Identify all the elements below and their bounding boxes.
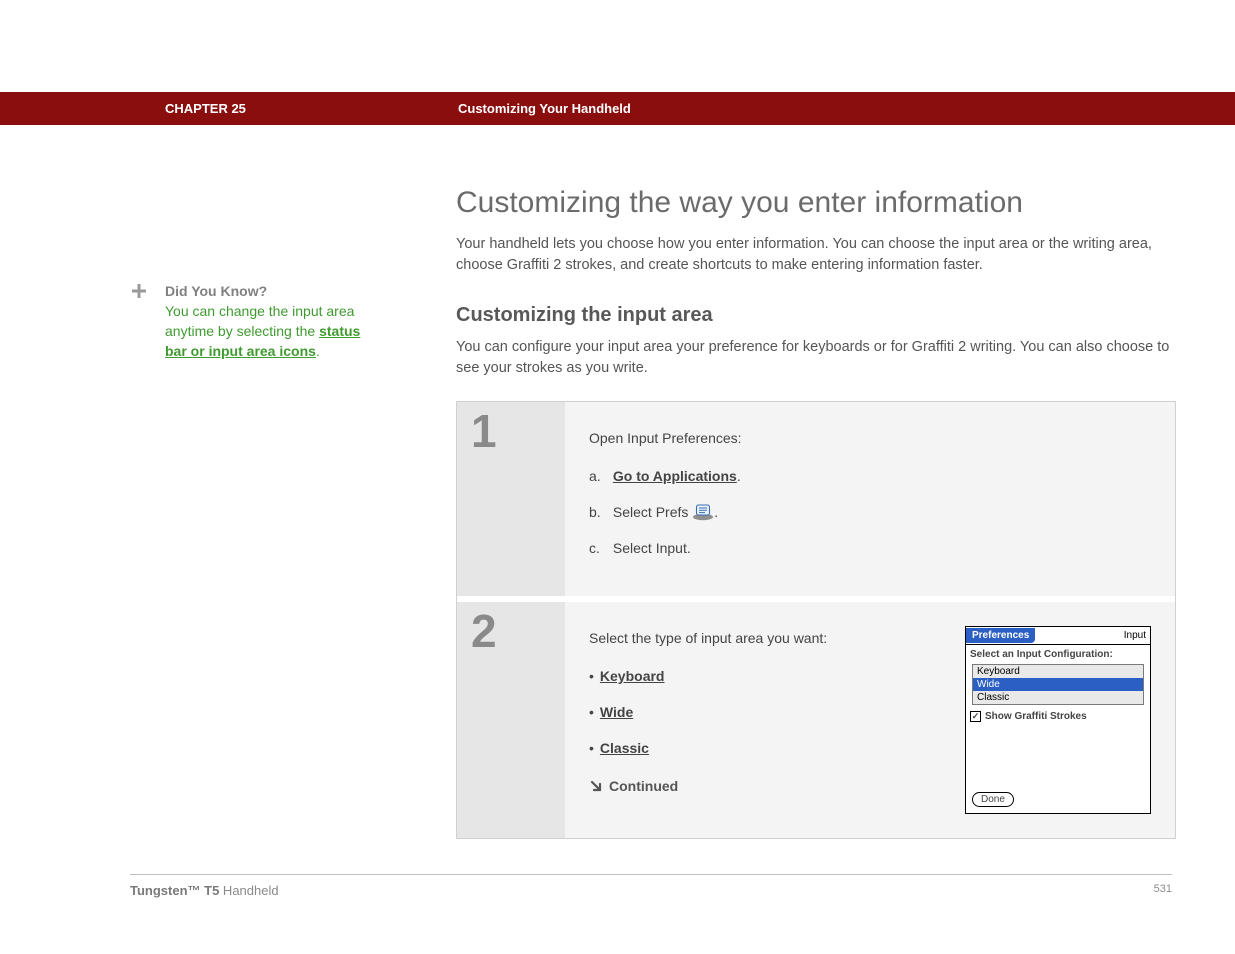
step-1b-post: .: [714, 504, 718, 520]
palm-option-wide[interactable]: Wide: [973, 678, 1143, 691]
done-button[interactable]: Done: [972, 792, 1014, 807]
palm-titlebar: Preferences Input: [966, 627, 1150, 645]
step-1b-pre: Select Prefs: [613, 504, 692, 520]
did-you-know-post: .: [316, 343, 320, 359]
palm-listbox: Keyboard Wide Classic: [972, 664, 1144, 705]
chapter-number: CHAPTER 25: [165, 101, 246, 116]
intro-paragraph: Your handheld lets you choose how you en…: [456, 234, 1176, 276]
step-2-opt-classic: • Classic: [589, 736, 935, 760]
did-you-know-sidebar: Did You Know? You can change the input a…: [131, 281, 376, 361]
section-intro: You can configure your input area your p…: [456, 337, 1176, 379]
palm-option-classic[interactable]: Classic: [973, 691, 1143, 704]
page-number: 531: [1154, 883, 1172, 898]
keyboard-link[interactable]: Keyboard: [600, 668, 665, 684]
palm-checkbox-label: Show Graffiti Strokes: [985, 711, 1087, 722]
chapter-title: Customizing Your Handheld: [458, 101, 631, 116]
step-number-cell: 2: [457, 602, 565, 838]
bullet-icon: •: [589, 740, 594, 756]
wide-link[interactable]: Wide: [600, 704, 633, 720]
step-body: Open Input Preferences: a. Go to Applica…: [565, 402, 1175, 596]
continued-arrow-icon: [589, 779, 603, 793]
bullet-icon: •: [589, 704, 594, 720]
palm-label: Select an Input Configuration:: [966, 645, 1150, 662]
continued-marker: Continued: [589, 774, 935, 798]
step-number: 2: [471, 608, 565, 654]
step-body: Select the type of input area you want: …: [565, 602, 1175, 838]
substep-letter: c.: [589, 536, 609, 560]
palm-screenshot: Preferences Input Select an Input Config…: [965, 626, 1151, 814]
section-heading: Customizing the input area: [456, 304, 1176, 327]
plus-icon: [131, 283, 147, 299]
step-2: 2 Select the type of input area you want…: [457, 602, 1175, 838]
substep-letter: b.: [589, 500, 609, 524]
page-title: Customizing the way you enter informatio…: [456, 186, 1176, 220]
steps-container: 1 Open Input Preferences: a. Go to Appli…: [456, 401, 1176, 839]
step-2-opt-wide: • Wide: [589, 700, 935, 724]
step-2-opt-keyboard: • Keyboard: [589, 664, 935, 688]
palm-title: Preferences: [966, 628, 1035, 643]
step-number: 1: [471, 408, 565, 454]
did-you-know-title: Did You Know?: [165, 281, 376, 301]
chapter-header: CHAPTER 25 Customizing Your Handheld: [0, 92, 1235, 125]
prefs-icon: [692, 503, 714, 521]
step-1-lead: Open Input Preferences:: [589, 426, 1151, 450]
product-bold: Tungsten™ T5: [130, 883, 219, 898]
go-to-applications-link[interactable]: Go to Applications: [613, 468, 737, 484]
classic-link[interactable]: Classic: [600, 740, 649, 756]
step-1c: c. Select Input.: [589, 536, 1151, 560]
checkbox-icon: ✓: [970, 711, 981, 722]
palm-checkbox-row[interactable]: ✓ Show Graffiti Strokes: [966, 709, 1150, 730]
product-name: Tungsten™ T5 Handheld: [130, 883, 279, 898]
step-number-cell: 1: [457, 402, 565, 596]
palm-button-bar: Done: [966, 788, 1150, 813]
product-rest: Handheld: [219, 883, 278, 898]
step-1a: a. Go to Applications.: [589, 464, 1151, 488]
continued-label: Continued: [609, 774, 678, 798]
palm-spacer: [966, 730, 1150, 788]
substep-letter: a.: [589, 464, 609, 488]
step-1: 1 Open Input Preferences: a. Go to Appli…: [457, 402, 1175, 602]
step-1c-text: Select Input.: [613, 540, 691, 556]
palm-option-keyboard[interactable]: Keyboard: [973, 665, 1143, 678]
main-content: Customizing the way you enter informatio…: [456, 186, 1176, 839]
step-1a-post: .: [737, 468, 741, 484]
step-2-lead: Select the type of input area you want:: [589, 626, 935, 650]
step-1b: b. Select Prefs .: [589, 500, 1151, 524]
page-footer: Tungsten™ T5 Handheld 531: [130, 874, 1172, 898]
palm-category: Input: [1124, 630, 1146, 641]
bullet-icon: •: [589, 668, 594, 684]
